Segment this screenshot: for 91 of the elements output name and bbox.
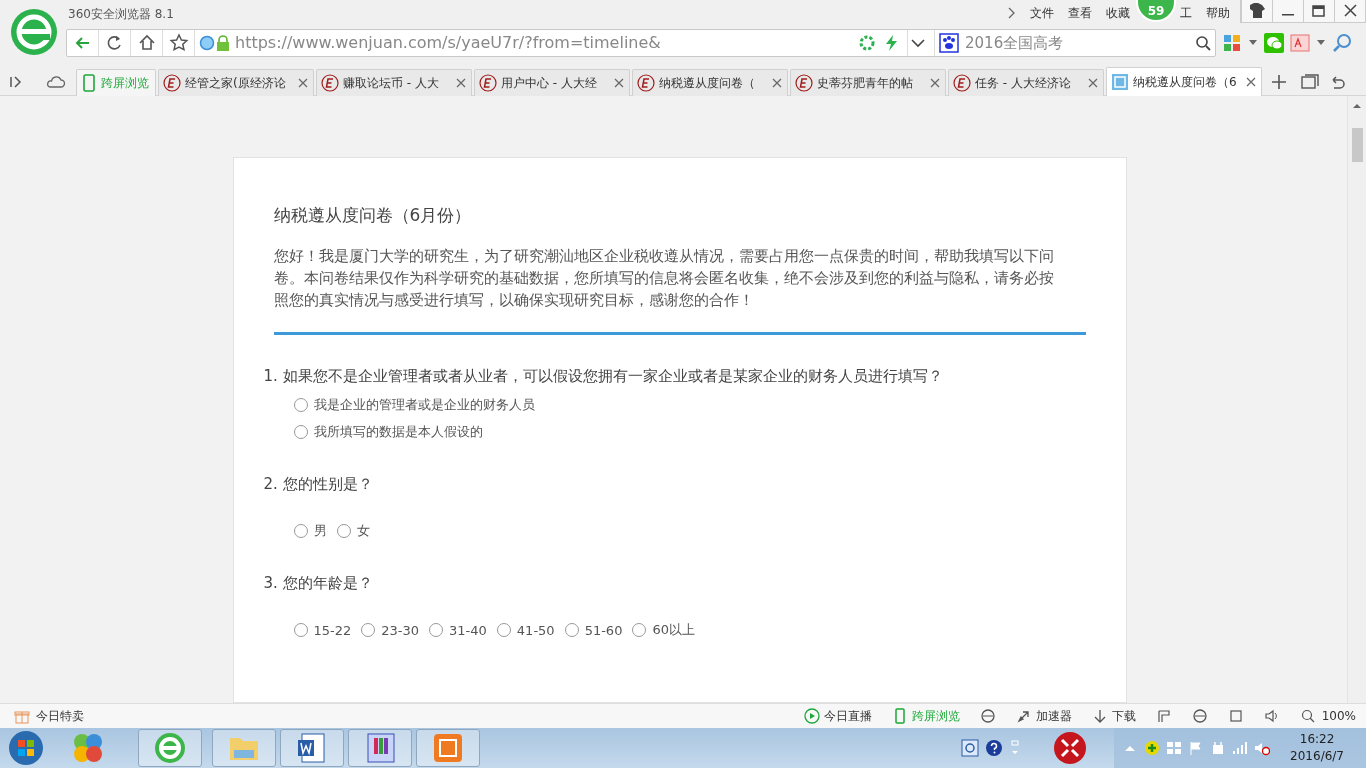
option-label[interactable]: 女 [356, 522, 370, 540]
browser-logo-icon[interactable] [152, 730, 188, 766]
radio-button[interactable] [496, 623, 511, 637]
status-link[interactable]: 今日特卖 [36, 707, 84, 725]
magnifier-icon[interactable] [1299, 708, 1316, 724]
browser-e-icon[interactable] [1191, 708, 1208, 724]
close-icon[interactable] [1087, 77, 1099, 89]
question-text: 2. 您的性别是？ [263, 475, 374, 494]
search-icon[interactable] [1195, 34, 1211, 51]
menu-item[interactable]: 查看 [1068, 4, 1092, 22]
option-label[interactable]: 23-30 [381, 622, 420, 638]
close-icon[interactable] [297, 77, 309, 89]
status-link[interactable]: 下载 [1111, 707, 1136, 725]
url-text[interactable]: https://www.wenjuan.com/s/yaeU7r/?from=timeline& [235, 33, 859, 52]
chat-icon[interactable] [1264, 32, 1284, 53]
option-label[interactable]: 41-50 [516, 622, 555, 638]
browser-tab[interactable]: 纳税遵从度问卷（6 [1106, 67, 1262, 96]
browser-tab[interactable]: 纳税遵从度问卷（ [632, 69, 788, 96]
caret-icon[interactable] [1316, 39, 1326, 46]
option-label[interactable]: 31-40 [449, 622, 487, 638]
radio-button[interactable] [336, 524, 351, 538]
start-orb-icon[interactable] [8, 730, 44, 766]
radio-button[interactable] [564, 623, 579, 637]
radio-button[interactable] [429, 623, 444, 637]
radio-button[interactable] [293, 623, 308, 637]
lock-icon [215, 34, 231, 51]
option-label[interactable]: 51-60 [584, 622, 623, 638]
option-label[interactable]: 我所填写的数据是本人假设的 [313, 423, 483, 441]
option-label[interactable]: 15-22 [313, 622, 352, 638]
browser-tab[interactable]: 用户中心 - 人大经 [474, 69, 630, 96]
lightning-icon [883, 33, 899, 52]
option-label[interactable]: 男 [313, 522, 327, 540]
status-link[interactable]: 今日直播 [823, 707, 872, 725]
loading-icon [859, 34, 875, 51]
scroll-up-icon[interactable] [1351, 102, 1363, 110]
browser-tab[interactable]: 史蒂芬肥青年的帖 [790, 69, 946, 96]
close-icon[interactable] [1245, 76, 1257, 88]
tab-list-icon[interactable] [1300, 73, 1320, 91]
plus-circle-icon[interactable] [1144, 740, 1161, 756]
close-icon[interactable] [929, 77, 941, 89]
survey-title: 纳税遵从度问卷（6月份） [273, 204, 473, 227]
question-text: 1. 如果您不是企业管理者或者从业者，可以假设您拥有一家企业或者是某家企业的财务人员进行填写？ [263, 367, 944, 386]
menu-item[interactable]: 文件 [1030, 4, 1054, 22]
option-label[interactable]: 我是企业的管理者或是企业的财务人员 [313, 396, 535, 414]
question-text: 3. 您的年龄是？ [263, 574, 374, 593]
new-tab-icon[interactable] [1270, 73, 1288, 91]
e-logo-icon [795, 74, 813, 92]
play-circle-icon[interactable] [803, 708, 820, 724]
caret-icon[interactable] [1248, 39, 1258, 46]
chevron-right-icon [1007, 6, 1016, 20]
option-label[interactable]: 60以上 [652, 621, 695, 639]
phone-icon [81, 74, 97, 92]
window-title: 360安全浏览器 8.1 [68, 6, 174, 23]
apps-icon[interactable] [1222, 32, 1242, 53]
menu-item[interactable]: 收藏 [1106, 4, 1130, 22]
close-icon[interactable] [613, 77, 625, 89]
e-logo-icon [953, 74, 971, 92]
muted-speaker-icon[interactable] [1254, 740, 1271, 756]
radio-button[interactable] [293, 398, 308, 412]
radio-button[interactable] [293, 425, 308, 439]
clock-time[interactable]: 16:22 [1299, 731, 1335, 748]
status-link[interactable]: 加速器 [1035, 707, 1072, 725]
browser-e-icon[interactable] [979, 708, 996, 724]
radio-button[interactable] [293, 524, 308, 538]
speaker-icon[interactable] [1263, 708, 1280, 724]
scrollbar-thumb[interactable] [1351, 128, 1363, 162]
e-logo-icon [479, 74, 497, 92]
close-icon[interactable] [771, 77, 783, 89]
globe-icon [199, 34, 215, 51]
radio-button[interactable] [361, 623, 376, 637]
notification-badge: 59 [1136, 0, 1176, 22]
pdf-reader-icon[interactable] [1290, 32, 1310, 53]
radio-button[interactable] [632, 623, 647, 637]
e-logo-icon [321, 74, 339, 92]
zoom-icon[interactable] [1332, 32, 1352, 53]
e-logo-icon [637, 74, 655, 92]
window-icon[interactable] [1227, 708, 1244, 724]
paw-icon[interactable] [939, 32, 959, 53]
clock-date[interactable]: 2016/6/7 [1290, 748, 1344, 765]
browser-tab[interactable]: 赚取论坛币 - 人大 [316, 69, 472, 96]
zoom-level[interactable]: 100% [1321, 709, 1356, 723]
survey-icon [1111, 73, 1129, 91]
browser-logo-icon [10, 8, 58, 56]
browser-tab[interactable]: 经管之家(原经济论 [158, 69, 314, 96]
menu-item[interactable]: 工 [1180, 4, 1192, 22]
close-icon[interactable] [455, 77, 467, 89]
help-icon[interactable] [984, 738, 1005, 758]
survey-intro: 您好！我是厦门大学的研究生，为了研究潮汕地区企业税收遵从情况，需要占用您一点保贵的时间，帮助我填写以下问卷。本问卷结果仅作为科学研究的基础数据，您所填写的信息将会匿名收集，绝不会涉及到您的利益与隐私，请务必按照您的真实情况与感受进行填写，以确保实现研究目标，感谢您的合作！ [273, 246, 1055, 311]
browser-tab[interactable]: 任务 - 人大经济论 [948, 69, 1104, 96]
menu-item[interactable]: 帮助 [1206, 4, 1230, 22]
e-logo-icon [163, 74, 181, 92]
